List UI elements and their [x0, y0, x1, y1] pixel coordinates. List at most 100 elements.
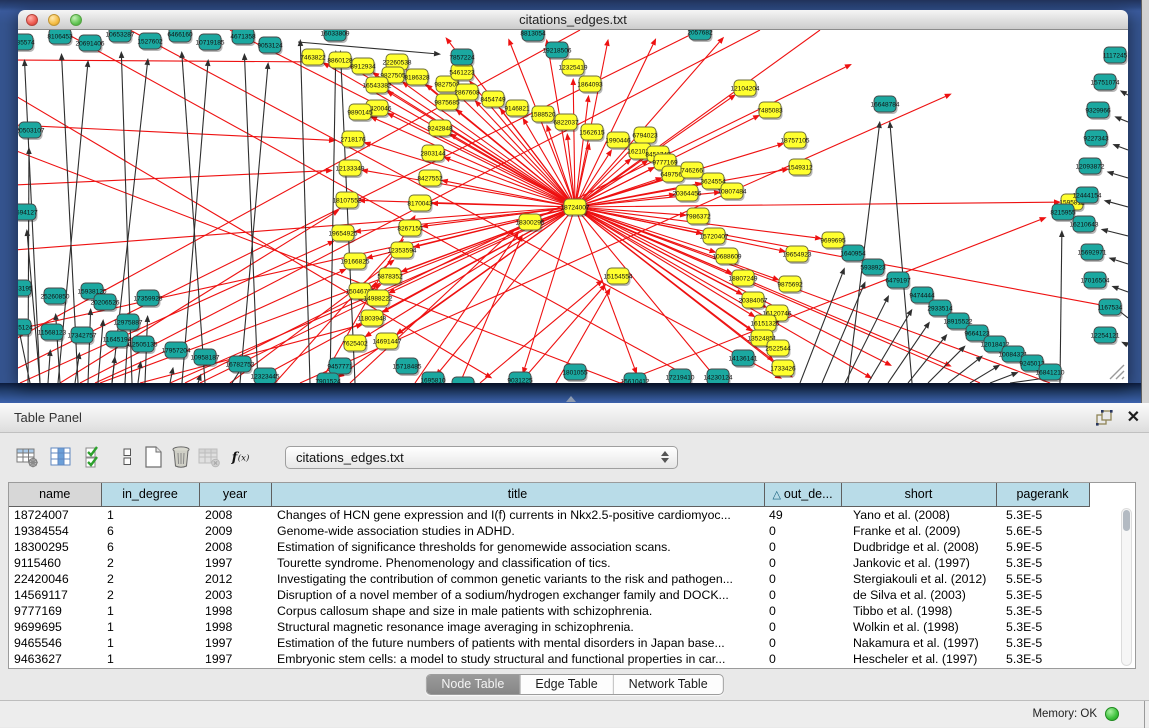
new-column-icon[interactable] — [140, 444, 166, 470]
table-row[interactable]: 1872400712008Changes of HCN gene express… — [9, 506, 1089, 523]
delete-column-icon[interactable] — [168, 444, 194, 470]
float-panel-icon[interactable] — [1096, 410, 1113, 426]
column-header-in_degree[interactable]: in_degree — [101, 483, 199, 506]
graph-node[interactable]: 8267150 — [397, 220, 423, 238]
table-cell[interactable]: 1 — [101, 651, 199, 667]
graph-node[interactable]: 17957204 — [162, 342, 191, 360]
graph-node[interactable]: 2803144 — [420, 145, 446, 163]
graph-edge[interactable] — [1111, 286, 1128, 292]
table-scrollbar[interactable] — [1121, 508, 1132, 666]
table-cell[interactable]: 0 — [764, 539, 841, 555]
graph-node[interactable]: 19166825 — [341, 253, 370, 271]
graph-edge[interactable] — [179, 51, 205, 383]
table-cell[interactable]: 6 — [101, 539, 199, 555]
graph-node[interactable]: 1990446 — [605, 132, 631, 150]
table-cell[interactable]: Investigating the contribution of common… — [271, 571, 764, 587]
graph-edge[interactable] — [338, 50, 355, 383]
graph-node[interactable]: 7463822 — [300, 49, 326, 67]
graph-node[interactable]: 3915124 — [18, 319, 33, 337]
graph-node[interactable]: 11568123 — [38, 324, 67, 342]
table-cell[interactable]: de Silva et al. (2003) — [841, 587, 996, 603]
table-cell[interactable]: Stergiakouli et al. (2012) — [841, 571, 996, 587]
function-builder-icon[interactable]: f (x) — [230, 444, 256, 470]
table-row[interactable]: 1830029562008Estimation of significance … — [9, 539, 1089, 555]
graph-edge[interactable] — [25, 229, 40, 383]
graph-node[interactable]: 18757105 — [781, 132, 810, 150]
graph-edge[interactable] — [800, 267, 845, 383]
graph-node[interactable]: 11803948 — [358, 310, 387, 328]
column-header-pagerank[interactable]: pagerank — [996, 483, 1089, 506]
table-cell[interactable]: 2008 — [199, 539, 271, 555]
graph-edge[interactable] — [1107, 171, 1128, 178]
graph-node[interactable]: 1117245 — [1103, 47, 1128, 65]
graph-node[interactable]: 4935574 — [18, 34, 35, 52]
graph-edge[interactable] — [1121, 342, 1128, 347]
table-cell[interactable]: 5.3E-5 — [996, 603, 1089, 619]
graph-node[interactable]: 8860128 — [327, 52, 353, 70]
network-window-titlebar[interactable]: citations_edges.txt — [18, 10, 1128, 30]
table-cell[interactable]: 2009 — [199, 523, 271, 539]
graph-edge[interactable] — [330, 50, 339, 383]
graph-node[interactable]: 5938923 — [860, 259, 886, 277]
graph-edge[interactable] — [431, 201, 575, 207]
graph-node[interactable]: 5878352 — [377, 268, 403, 286]
table-cell[interactable]: 5.9E-5 — [996, 539, 1089, 555]
graph-node[interactable]: 8215955 — [1050, 204, 1076, 222]
graph-edge[interactable] — [868, 309, 912, 383]
table-cell[interactable]: 1 — [101, 506, 199, 523]
table-cell[interactable]: 18724007 — [9, 506, 101, 523]
table-cell[interactable]: 9699695 — [9, 619, 101, 635]
row-height-icon[interactable] — [114, 444, 140, 470]
table-cell[interactable]: 9463627 — [9, 651, 101, 667]
graph-node[interactable]: 1527602 — [137, 33, 163, 51]
table-cell[interactable]: 5.5E-5 — [996, 571, 1089, 587]
graph-node[interactable]: 6794023 — [632, 127, 658, 145]
table-cell[interactable]: 9777169 — [9, 603, 101, 619]
table-cell[interactable]: 5.3E-5 — [996, 555, 1089, 571]
graph-node[interactable]: 8454749 — [480, 91, 506, 109]
graph-node[interactable]: 6466160 — [167, 30, 193, 44]
graph-node[interactable]: 16543382 — [363, 77, 392, 95]
graph-edge[interactable] — [1059, 230, 1065, 383]
graph-node[interactable]: 10688609 — [713, 248, 742, 266]
graph-node[interactable]: 6822037 — [553, 114, 579, 132]
citation-graph[interactable]: 1872400774638228860128891293422260538982… — [18, 30, 1128, 383]
table-cell[interactable]: 1 — [101, 619, 199, 635]
table-cell[interactable]: 22420046 — [9, 571, 101, 587]
close-panel-icon[interactable]: ✕ — [1127, 407, 1140, 429]
table-cell[interactable]: 5.3E-5 — [996, 651, 1089, 667]
graph-node[interactable]: 2718176 — [340, 131, 366, 149]
graph-node[interactable]: 17219410 — [666, 369, 695, 383]
table-scrollbar-thumb[interactable] — [1123, 510, 1130, 531]
graph-edge[interactable] — [1112, 144, 1128, 150]
table-cell[interactable]: 6 — [101, 523, 199, 539]
graph-node[interactable]: 15154554 — [604, 268, 633, 286]
graph-node[interactable]: 16210643 — [1070, 216, 1099, 234]
table-cell[interactable]: 2 — [101, 555, 199, 571]
table-cell[interactable]: 0 — [764, 587, 841, 603]
graph-node[interactable]: 2057682 — [687, 30, 713, 42]
table-cell[interactable]: 1997 — [199, 555, 271, 571]
table-cell[interactable]: 18300295 — [9, 539, 101, 555]
graph-node[interactable]: 12093872 — [1076, 158, 1105, 176]
graph-node[interactable]: 10807484 — [718, 183, 747, 201]
graph-node[interactable]: 25260850 — [41, 288, 70, 306]
table-cell[interactable]: 1 — [101, 635, 199, 651]
graph-edge[interactable] — [18, 59, 323, 65]
graph-edge[interactable] — [575, 199, 1061, 207]
table-cell[interactable]: 5.6E-5 — [996, 523, 1089, 539]
table-cell[interactable]: Nakamura et al. (1997) — [841, 635, 996, 651]
table-cell[interactable]: 2012 — [199, 571, 271, 587]
column-header-short[interactable]: short — [841, 483, 996, 506]
graph-edge[interactable] — [845, 295, 889, 383]
memory-status-icon[interactable] — [1105, 707, 1119, 721]
graph-node[interactable]: 9227343 — [1083, 130, 1109, 148]
table-cell[interactable]: 2 — [101, 587, 199, 603]
graph-edge[interactable] — [18, 168, 333, 185]
graph-node[interactable]: 9146821 — [504, 100, 530, 118]
table-cell[interactable]: 1997 — [199, 651, 271, 667]
graph-edge[interactable] — [1120, 90, 1128, 96]
graph-edge[interactable] — [1101, 228, 1128, 236]
graph-node[interactable]: 20364456 — [673, 185, 702, 203]
graph-node[interactable]: 19654923 — [783, 246, 812, 264]
